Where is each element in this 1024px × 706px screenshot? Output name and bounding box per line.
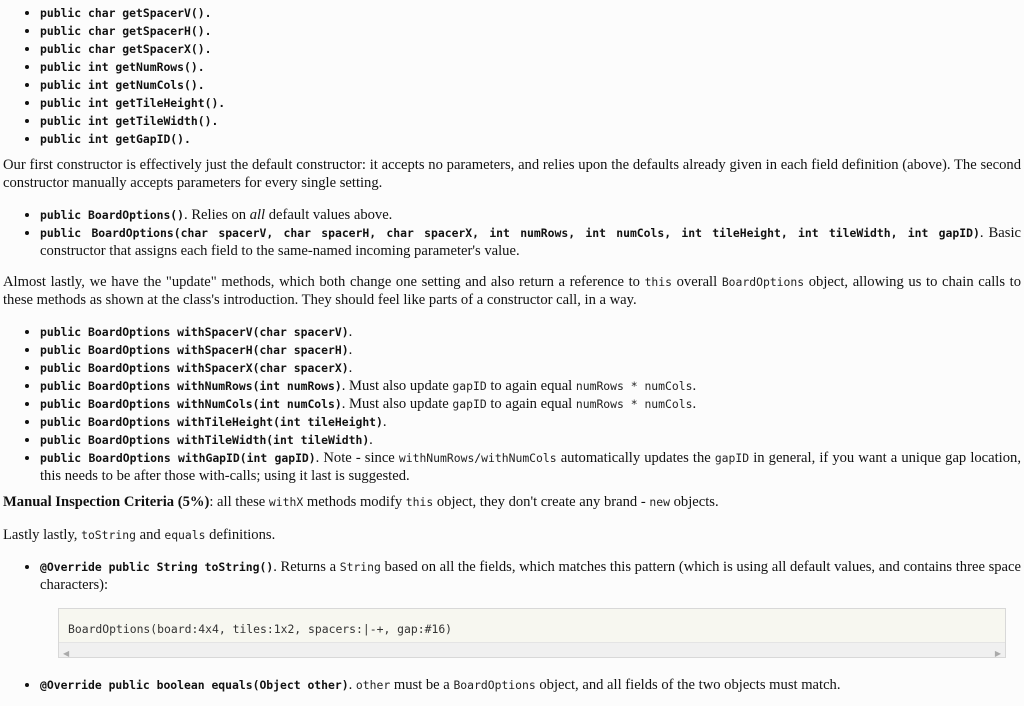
list-item: public BoardOptions withNumRows(int numR… xyxy=(40,377,1021,395)
horizontal-scrollbar[interactable]: ◀ ▶ xyxy=(59,642,1005,658)
list-item: public BoardOptions(char spacerV, char s… xyxy=(40,224,1021,260)
update-methods-paragraph: Almost lastly, we have the "update" meth… xyxy=(3,274,1021,308)
lastly-paragraph: Lastly lastly, toString and equals defin… xyxy=(3,527,276,543)
list-item: @Override public boolean equals(Object o… xyxy=(40,676,1024,694)
list-item: public BoardOptions withTileHeight(int t… xyxy=(40,413,1021,431)
list-item: public BoardOptions(). Relies on all def… xyxy=(40,206,1021,224)
code-example-box: BoardOptions(board:4x4, tiles:1x2, space… xyxy=(58,608,1006,658)
constructors-paragraph: Our first constructor is effectively jus… xyxy=(3,157,1021,191)
equals-list: @Override public boolean equals(Object o… xyxy=(0,676,1024,694)
list-item: @Override public String toString(). Retu… xyxy=(40,558,1021,594)
list-item: public char getSpacerX(). xyxy=(40,40,1024,58)
list-item: public BoardOptions withSpacerX(char spa… xyxy=(40,359,1021,377)
list-item: public char getSpacerV(). xyxy=(40,4,1024,22)
list-item: public int getNumCols(). xyxy=(40,76,1024,94)
list-item: public BoardOptions withTileWidth(int ti… xyxy=(40,431,1021,449)
code-example-text: BoardOptions(board:4x4, tiles:1x2, space… xyxy=(68,622,453,636)
manual-inspection-paragraph: Manual Inspection Criteria (5%): all the… xyxy=(3,494,719,510)
list-item: public char getSpacerH(). xyxy=(40,22,1024,40)
list-item: public int getGapID(). xyxy=(40,130,1024,148)
getter-list: public char getSpacerV(). public char ge… xyxy=(0,4,1024,148)
list-item: public BoardOptions withGapID(int gapID)… xyxy=(40,449,1021,485)
constructor-list: public BoardOptions(). Relies on all def… xyxy=(0,206,1024,260)
list-item: public int getTileHeight(). xyxy=(40,94,1024,112)
with-methods-list: public BoardOptions withSpacerV(char spa… xyxy=(0,323,1024,485)
list-item: public BoardOptions withSpacerV(char spa… xyxy=(40,323,1021,341)
list-item: public int getTileWidth(). xyxy=(40,112,1024,130)
tostring-list: @Override public String toString(). Retu… xyxy=(0,558,1024,594)
list-item: public BoardOptions withNumCols(int numC… xyxy=(40,395,1021,413)
scroll-right-arrow-icon[interactable]: ▶ xyxy=(995,645,1001,663)
document-page: public char getSpacerV(). public char ge… xyxy=(0,0,1024,706)
scroll-left-arrow-icon[interactable]: ◀ xyxy=(63,645,69,663)
list-item: public BoardOptions withSpacerH(char spa… xyxy=(40,341,1021,359)
list-item: public int getNumRows(). xyxy=(40,58,1024,76)
